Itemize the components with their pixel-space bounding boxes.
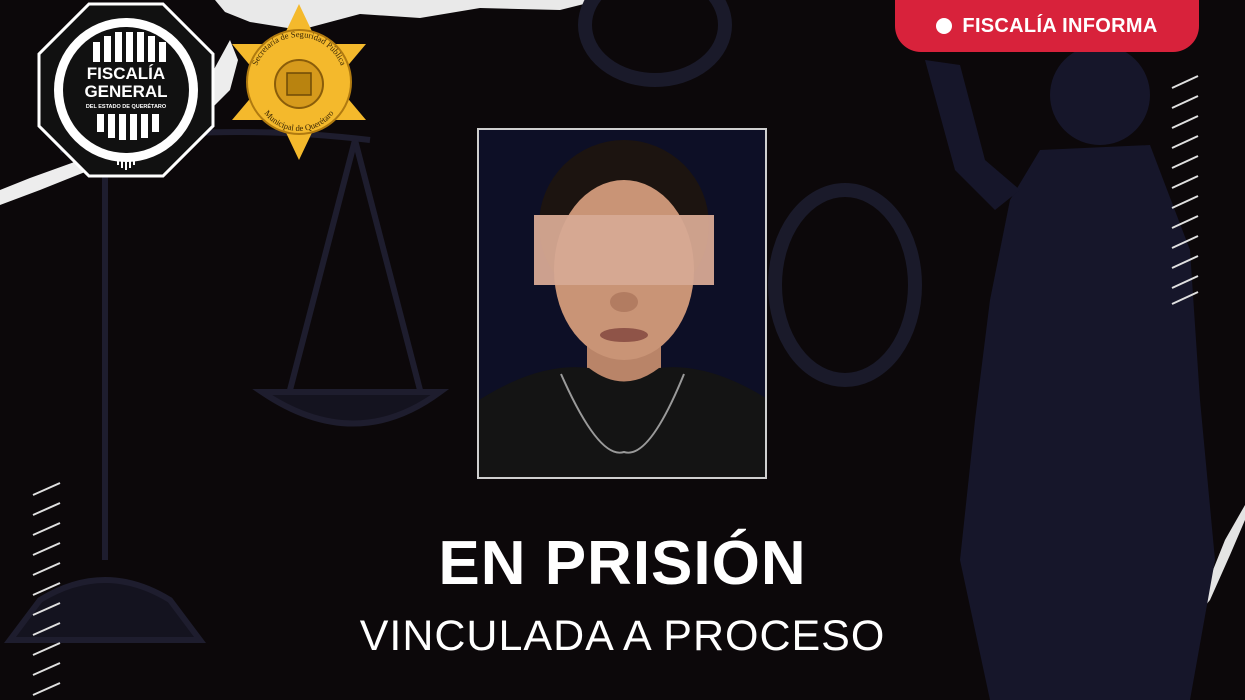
- fiscalia-informa-badge: FISCALÍA INFORMA: [895, 0, 1199, 52]
- badge-label: FISCALÍA INFORMA: [962, 14, 1158, 37]
- privacy-blur: [534, 215, 714, 285]
- police-star-logo: Secretaría de Seguridad Pública Municipa…: [232, 4, 366, 160]
- mugshot-image: [479, 130, 765, 477]
- lady-justice-icon: [925, 45, 1215, 700]
- subheadline: VINCULADA A PROCESO: [359, 612, 886, 660]
- mugshot-photo: [477, 128, 767, 479]
- fiscalia-logo: FISCALÍA GENERAL DEL ESTADO DE QUERÉTARO: [37, 2, 215, 178]
- fiscalia-logo-line1: FISCALÍA: [87, 64, 165, 83]
- circle-dot-icon: [936, 18, 953, 34]
- headline: EN PRISIÓN: [438, 529, 807, 598]
- news-graphic: FISCALÍA GENERAL DEL ESTADO DE QUERÉTARO…: [0, 0, 1245, 700]
- fiscalia-logo-line3: DEL ESTADO DE QUERÉTARO: [86, 102, 167, 110]
- fiscalia-logo-line2: GENERAL: [84, 82, 167, 101]
